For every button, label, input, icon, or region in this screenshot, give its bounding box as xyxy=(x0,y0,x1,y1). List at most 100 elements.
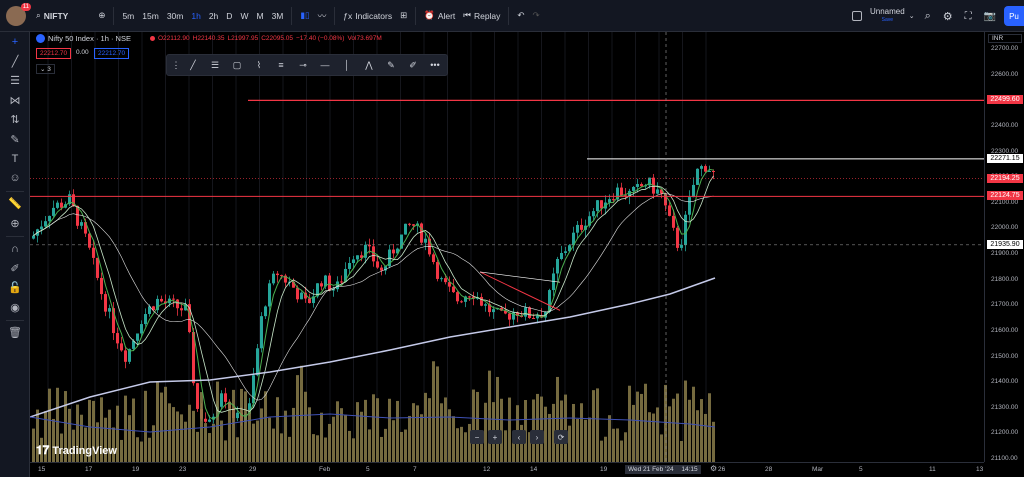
trash-icon[interactable]: 🗑 xyxy=(0,323,30,343)
volume-bar xyxy=(160,392,163,462)
interval-15m[interactable]: 15m xyxy=(138,0,163,31)
more-icon[interactable]: ••• xyxy=(425,56,445,74)
volume-bar xyxy=(192,410,195,462)
magnet-icon[interactable]: ∩ xyxy=(0,239,30,259)
indicators-toggle[interactable]: ⌄ 3 xyxy=(36,64,55,74)
settings-icon[interactable]: ⚙ xyxy=(710,464,717,473)
interval-w[interactable]: W xyxy=(236,0,252,31)
sell-price-box[interactable]: 22212.70 xyxy=(36,48,72,59)
volume-bar xyxy=(220,420,223,462)
compare-add-button[interactable]: ⊕ xyxy=(94,0,109,31)
cursor-date: Wed 21 Feb '24 xyxy=(628,466,674,473)
zoom-in-icon[interactable]: + xyxy=(488,430,502,444)
templates-button[interactable]: ⊞ xyxy=(396,0,411,31)
trend-line-icon[interactable]: ╱ xyxy=(0,52,30,72)
candle-body xyxy=(172,298,175,300)
layout-name-button[interactable]: Unnamed Save xyxy=(870,7,905,25)
redo-button[interactable]: ↷ xyxy=(529,0,544,31)
emoji-icon[interactable]: ☺ xyxy=(0,169,30,189)
chevron-down-icon[interactable]: ⌄ xyxy=(909,12,915,20)
candle-body xyxy=(596,200,599,212)
volume-bar xyxy=(536,393,539,462)
volume-bar xyxy=(204,423,207,462)
tradingview-logo[interactable]: 𝟏𝟕 TradingView xyxy=(36,443,117,458)
currency-label: INR xyxy=(992,35,1004,42)
volume-bar xyxy=(152,425,155,462)
interval-m[interactable]: M xyxy=(252,0,267,31)
scroll-right-icon[interactable]: › xyxy=(530,430,544,444)
price-chart[interactable] xyxy=(30,32,984,462)
zoom-out-icon[interactable]: − xyxy=(470,430,484,444)
horizontal-line-icon[interactable]: — xyxy=(315,56,335,74)
nse-logo-icon xyxy=(36,34,45,43)
reset-chart-icon[interactable]: ⟳ xyxy=(554,430,568,444)
parallel-channel-icon[interactable]: ☰ xyxy=(205,56,225,74)
fullscreen-icon[interactable]: ⛶ xyxy=(965,11,972,22)
forecast-icon[interactable]: ⇅ xyxy=(0,110,30,130)
zoom-in-icon[interactable]: ⊕ xyxy=(0,214,30,234)
price-axis[interactable]: INR 22700.0022600.0022500.0022400.002230… xyxy=(984,32,1024,462)
candle-body xyxy=(696,168,699,185)
brush-tool-icon[interactable]: ✎ xyxy=(381,56,401,74)
buy-price-box[interactable]: 22212.70 xyxy=(94,48,130,59)
replay-button[interactable]: ⏮ Replay xyxy=(459,0,504,31)
highlighter-icon[interactable]: ✐ xyxy=(403,56,423,74)
brush-icon[interactable]: ✎ xyxy=(0,130,30,150)
volume-bar xyxy=(236,437,239,462)
divider xyxy=(291,6,293,25)
scroll-left-icon[interactable]: ‹ xyxy=(512,430,526,444)
crosshair-icon[interactable]: + xyxy=(0,32,30,52)
indicators-button[interactable]: ƒx Indicators xyxy=(339,0,396,31)
volume-bar xyxy=(148,437,151,462)
price-label: 22194.25 xyxy=(987,173,1023,183)
drag-handle-icon[interactable]: ⋮ xyxy=(171,56,181,74)
volume-bar xyxy=(580,403,583,462)
avatar[interactable]: 11 xyxy=(6,2,31,26)
price-tick: 21200.00 xyxy=(991,429,1019,437)
currency-selector[interactable]: INR xyxy=(988,34,1022,43)
polyline-icon[interactable]: ⋀ xyxy=(359,56,379,74)
candle-body xyxy=(348,263,351,269)
interval-3m[interactable]: 3M xyxy=(268,0,288,31)
ruler-icon[interactable]: 📏 xyxy=(0,194,30,214)
symbol-search[interactable]: ⌕ NIFTY xyxy=(32,0,72,31)
undo-button[interactable]: ↶ xyxy=(513,0,528,31)
interval-30m[interactable]: 30m xyxy=(163,0,188,31)
volume-bar xyxy=(224,440,227,462)
search-icon[interactable]: ⌕ xyxy=(925,10,931,23)
vertical-line-icon[interactable]: │ xyxy=(337,56,357,74)
lock-drawing-icon[interactable]: ✐ xyxy=(0,259,30,279)
volume-bar xyxy=(660,434,663,462)
fib-retracement-icon[interactable]: ☰ xyxy=(0,71,30,91)
volume-bar xyxy=(348,430,351,462)
volume-bar xyxy=(584,419,587,462)
time-axis[interactable]: Wed 21 Feb '24 14:15 ⚙ 15 17 19 23 29 Feb 5 7 12… xyxy=(30,462,984,477)
horizontal-ray-icon[interactable]: ⊸ xyxy=(293,56,313,74)
candle-body xyxy=(688,197,691,215)
text-icon[interactable]: T xyxy=(0,149,30,169)
eye-icon[interactable]: ◉ xyxy=(0,298,30,318)
volume-bar xyxy=(672,398,675,462)
rectangle-tool-icon[interactable]: ▢ xyxy=(227,56,247,74)
interval-1h[interactable]: 1h xyxy=(187,0,204,31)
fib-tool-icon[interactable]: ≡ xyxy=(271,56,291,74)
price-label: 22124.75 xyxy=(987,191,1023,201)
path-tool-icon[interactable]: ⌇ xyxy=(249,56,269,74)
symbol-title[interactable]: Nifty 50 Index · 1h · NSE xyxy=(48,34,131,43)
settings-icon[interactable]: ⚙ xyxy=(943,10,953,23)
volume-bar xyxy=(576,418,579,462)
camera-icon[interactable]: 📷 xyxy=(984,11,996,22)
interval-2h[interactable]: 2h xyxy=(205,0,222,31)
alert-button[interactable]: ⏰ Alert xyxy=(420,0,459,31)
publish-button[interactable]: Pu xyxy=(1004,6,1024,26)
candles-chart-type-button[interactable]: ▮▯ xyxy=(296,0,313,31)
candle-body xyxy=(120,343,123,351)
lock-icon[interactable]: 🔓 xyxy=(0,278,30,298)
volume-bar xyxy=(668,406,671,462)
line-chart-type-button[interactable]: 〰 xyxy=(314,0,331,31)
interval-d[interactable]: D xyxy=(222,0,236,31)
pattern-icon[interactable]: ⋈ xyxy=(0,91,30,111)
interval-5m[interactable]: 5m xyxy=(118,0,138,31)
layout-checkbox-icon[interactable] xyxy=(852,11,862,21)
trend-line-tool-icon[interactable]: ╱ xyxy=(183,56,203,74)
